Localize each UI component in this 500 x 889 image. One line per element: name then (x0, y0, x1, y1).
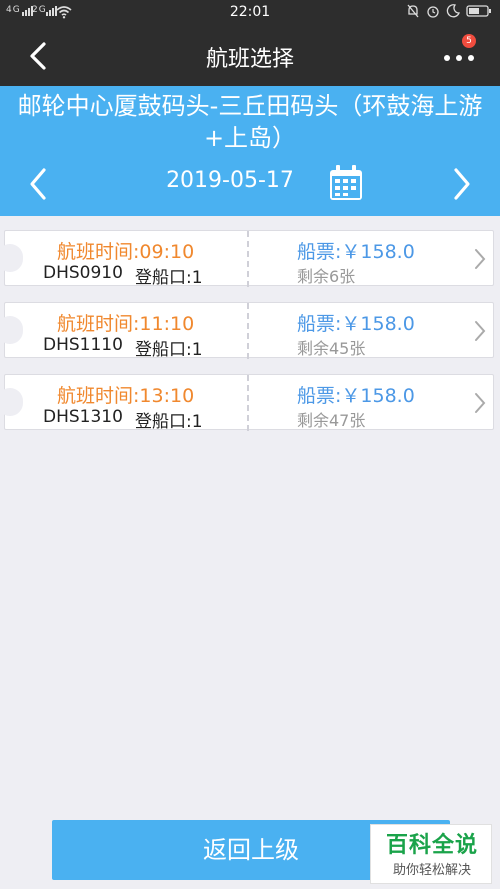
route-header: 邮轮中心厦鼓码头-三丘田码头（环鼓海上游+上岛） 2019-05-17 (0, 86, 500, 216)
ticket-price: 船票:￥158.0 (297, 241, 415, 263)
boarding-gate: 登船口:1 (135, 340, 203, 360)
chevron-right-icon (475, 249, 486, 269)
flight-code: DHS0910 (43, 263, 123, 283)
watermark-title: 百科全说 (385, 833, 478, 858)
tickets-remaining: 剩余47张 (297, 411, 366, 430)
dashed-divider (247, 375, 249, 431)
ticket-notch (0, 244, 23, 272)
chevron-right-icon (475, 393, 486, 413)
boarding-gate: 登船口:1 (135, 268, 203, 288)
flight-card[interactable]: 航班时间:11:10 DHS1110 登船口:1 船票:￥158.0 剩余45张 (0, 302, 494, 360)
next-date-icon[interactable] (450, 166, 474, 202)
moon-icon (446, 4, 460, 18)
tickets-remaining: 剩余6张 (297, 267, 356, 286)
battery-icon (466, 5, 491, 17)
notification-badge: 5 (462, 34, 476, 48)
flight-code: DHS1110 (43, 335, 123, 355)
chevron-right-icon (475, 321, 486, 341)
flight-time: 航班时间:13:10 (57, 385, 195, 407)
ticket-price: 船票:￥158.0 (297, 313, 415, 335)
ticket-price: 船票:￥158.0 (297, 385, 415, 407)
flight-time: 航班时间:11:10 (57, 313, 195, 335)
flight-time: 航班时间:09:10 (57, 241, 195, 263)
dashed-divider (247, 231, 249, 287)
flight-card[interactable]: 航班时间:13:10 DHS1310 登船口:1 船票:￥158.0 剩余47张 (0, 374, 494, 432)
dashed-divider (247, 303, 249, 359)
selected-date: 2019-05-17 (166, 168, 294, 193)
alarm-icon (427, 6, 439, 18)
nav-bar: 航班选择 5 (0, 26, 500, 86)
mute-bell-icon (407, 4, 419, 18)
flight-card[interactable]: 航班时间:09:10 DHS0910 登船口:1 船票:￥158.0 剩余6张 (0, 230, 494, 288)
calendar-icon[interactable] (328, 164, 364, 202)
watermark-subtitle: 助你轻松解决 (392, 863, 471, 878)
status-bar: 4G 2G 22:01 (0, 0, 500, 26)
boarding-gate: 登船口:1 (135, 412, 203, 432)
tickets-remaining: 剩余45张 (297, 339, 366, 358)
page-title: 航班选择 (205, 47, 294, 72)
flight-code: DHS1310 (43, 407, 123, 427)
route-name: 邮轮中心厦鼓码头-三丘田码头（环鼓海上游+上岛） (17, 92, 483, 152)
ticket-notch (0, 316, 23, 344)
ticket-notch (0, 388, 23, 416)
watermark-logo: 百科全说 助你轻松解决 (370, 824, 492, 884)
prev-date-icon[interactable] (26, 166, 50, 202)
more-menu-icon[interactable] (440, 48, 480, 68)
